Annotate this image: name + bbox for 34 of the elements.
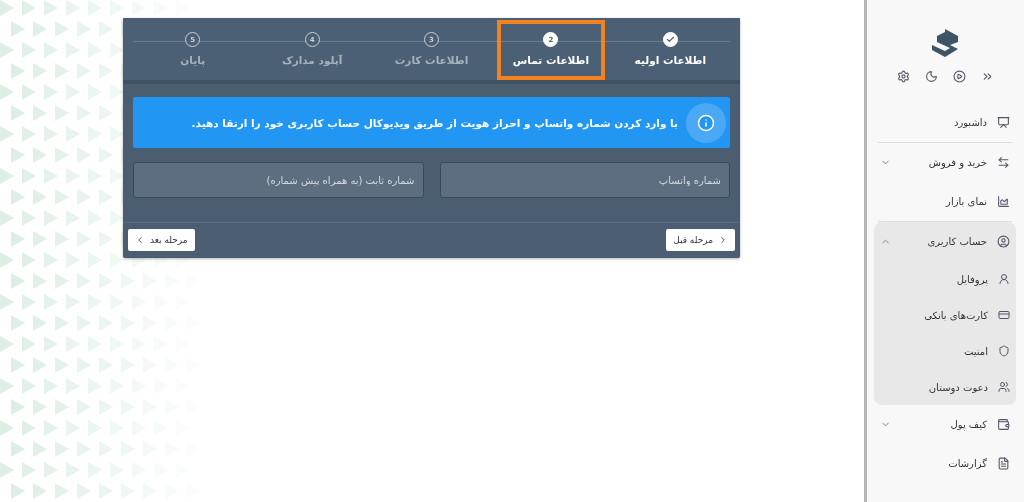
presentation-icon	[997, 116, 1010, 129]
play-icon[interactable]	[952, 70, 966, 83]
sidebar-item[interactable]: داشبورد	[880, 117, 987, 128]
wallet-icon	[997, 418, 1010, 431]
users-icon	[998, 381, 1010, 393]
logo-icon	[929, 28, 961, 58]
shield-icon	[998, 345, 1010, 357]
sidebar-item[interactable]: نمای بازار	[880, 196, 987, 207]
chevron-right-icon	[718, 235, 728, 245]
next-button[interactable]: مرحله بعد	[128, 229, 195, 251]
settings-icon[interactable]	[896, 70, 910, 83]
sidebar-subitem[interactable]: دعوت دوستان	[880, 381, 988, 393]
user-icon	[998, 273, 1010, 285]
info-icon	[697, 113, 715, 132]
sidebar-subitem[interactable]: پروفایل	[880, 273, 988, 285]
alert-text: با وارد کردن شماره واتساپ و احراز هویت از طریق ویدیوکال حساب کاربری خود را ارتقا دهید.	[191, 116, 678, 129]
chevron-left-icon	[135, 235, 145, 245]
moon-icon[interactable]	[924, 70, 938, 83]
sidebar-item[interactable]: گزارشات	[880, 458, 987, 469]
input-field[interactable]: شماره ثابت (به همراه پیش شماره)	[133, 162, 424, 198]
sidebar-item[interactable]: خرید و فروش	[901, 157, 987, 168]
sidebar-subitem[interactable]: امنیت	[880, 345, 988, 357]
card-icon	[998, 309, 1010, 321]
input-field[interactable]: شماره واتساپ	[439, 162, 730, 198]
arrows-icon	[997, 156, 1010, 169]
sidebar-subitem[interactable]: کارت‌های بانکی	[880, 309, 988, 321]
sidebar-item[interactable]: کیف پول	[901, 419, 987, 430]
step-label[interactable]: اطلاعات تماس	[512, 54, 589, 66]
user-circle-icon	[997, 235, 1010, 248]
previous-button[interactable]: مرحله قبل	[666, 229, 735, 251]
area-chart-icon	[997, 195, 1010, 208]
sidebar-item[interactable]: حساب کاربری	[901, 236, 987, 247]
step-label[interactable]: اطلاعات اولیه	[634, 54, 707, 66]
document-icon	[997, 457, 1010, 470]
